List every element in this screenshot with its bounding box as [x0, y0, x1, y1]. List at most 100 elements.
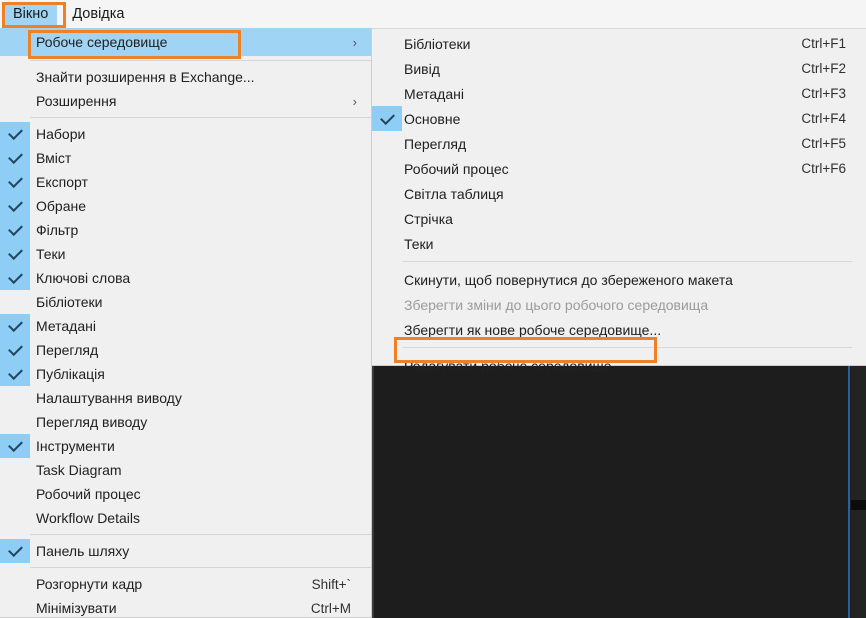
menu-item-13[interactable]: Метадані: [0, 314, 371, 338]
check-slot: [372, 131, 402, 156]
menu-item-19[interactable]: Task Diagram: [0, 458, 371, 482]
menubar-item-help[interactable]: Довідка: [63, 2, 133, 27]
menu-separator: [30, 117, 371, 118]
menu-item-label: Мінімізувати: [36, 600, 117, 616]
check-slot: [372, 81, 402, 106]
menu-item-21[interactable]: Workflow Details: [0, 506, 371, 530]
submenu-item-label: Скинути, щоб повернутися до збереженого …: [404, 271, 733, 288]
checkmark-icon: [0, 170, 30, 194]
menu-item-16[interactable]: Налаштування виводу: [0, 386, 371, 410]
submenu-item-label: Бібліотеки: [404, 35, 471, 52]
checkmark-glyph: [7, 317, 23, 333]
check-slot: [372, 317, 402, 342]
submenu-item-6[interactable]: Світла таблиця: [372, 181, 866, 206]
checkmark-icon: [0, 266, 30, 290]
menu-item-label: Фільтр: [36, 222, 79, 238]
menu-item-label: Метадані: [36, 318, 96, 334]
submenu-item-1[interactable]: Вивід Ctrl+F2: [372, 56, 866, 81]
checkmark-icon: [0, 338, 30, 362]
menu-item-11[interactable]: Ключові слова: [0, 266, 371, 290]
check-slot: [0, 410, 30, 434]
checkmark-glyph: [7, 365, 23, 381]
menubar-item-window-label: Вікно: [13, 5, 49, 22]
menu-item-label: Ключові слова: [36, 270, 131, 286]
canvas-left-edge: [372, 366, 374, 618]
check-slot: [372, 31, 402, 56]
menu-item-10[interactable]: Теки: [0, 242, 371, 266]
submenu-item-2[interactable]: Метадані Ctrl+F3: [372, 81, 866, 106]
menu-item-7[interactable]: Експорт: [0, 170, 371, 194]
menu-item-18[interactable]: Інструменти: [0, 434, 371, 458]
submenu-item-14[interactable]: Редагувати робоче середовище...: [372, 353, 866, 378]
checkmark-glyph: [7, 341, 23, 357]
menu-item-17[interactable]: Перегляд виводу: [0, 410, 371, 434]
submenu-item-12[interactable]: Зберегти як нове робоче середовище...: [372, 317, 866, 342]
check-slot: [0, 458, 30, 482]
submenu-item-label: Теки: [404, 235, 434, 252]
menu-item-14[interactable]: Перегляд: [0, 338, 371, 362]
canvas-accent-line: [848, 366, 850, 618]
submenu-item-label: Основне: [404, 110, 461, 127]
menu-item-15[interactable]: Публікація: [0, 362, 371, 386]
menu-item-6[interactable]: Вміст: [0, 146, 371, 170]
menu-item-shortcut: Ctrl+M: [310, 600, 351, 616]
checkmark-glyph: [7, 221, 23, 237]
submenu-item-label: Вивід: [404, 60, 440, 77]
menu-separator: [30, 567, 371, 568]
menubar-item-window[interactable]: Вікно: [4, 1, 58, 27]
menu-separator: [30, 60, 371, 61]
checkmark-glyph: [7, 245, 23, 261]
menu-item-3[interactable]: Розширення ›: [0, 89, 371, 113]
menu-item-20[interactable]: Робочий процес: [0, 482, 371, 506]
submenu-item-label: Перегляд: [404, 135, 467, 152]
menu-item-label: Налаштування виводу: [36, 390, 182, 406]
check-slot: [0, 28, 30, 56]
menu-item-label: Обране: [36, 198, 86, 214]
check-slot: [372, 353, 402, 378]
menu-item-2[interactable]: Знайти розширення в Exchange...: [0, 65, 371, 89]
menu-item-label: Вміст: [36, 150, 72, 166]
checkmark-glyph: [7, 269, 23, 285]
menu-item-label: Панель шляху: [36, 543, 130, 559]
checkmark-icon: [0, 539, 30, 563]
menu-item-label: Бібліотеки: [36, 294, 103, 310]
menu-item-shortcut: Shift+`: [311, 576, 351, 592]
menu-item-26[interactable]: Мінімізувати Ctrl+M: [0, 596, 371, 618]
workspace-submenu: Бібліотеки Ctrl+F1 Вивід Ctrl+F2 Метадані Ctr…: [372, 28, 866, 374]
menu-item-label: Знайти розширення в Exchange...: [36, 69, 255, 85]
menu-item-0[interactable]: Робоче середовище ›: [0, 28, 371, 56]
submenu-item-4[interactable]: Перегляд Ctrl+F5: [372, 131, 866, 156]
menubar-item-help-label: Довідка: [72, 5, 125, 22]
checkmark-icon: [0, 314, 30, 338]
submenu-item-shortcut: Ctrl+F1: [801, 36, 846, 51]
checkmark-glyph: [379, 109, 395, 125]
checkmark-glyph: [7, 173, 23, 189]
menu-item-23[interactable]: Панель шляху: [0, 539, 371, 563]
check-slot: [372, 292, 402, 317]
check-slot: [0, 386, 30, 410]
menu-item-label: Розширення: [36, 93, 117, 109]
checkmark-icon: [0, 146, 30, 170]
submenu-item-0[interactable]: Бібліотеки Ctrl+F1: [372, 31, 866, 56]
menu-item-5[interactable]: Набори: [0, 122, 371, 146]
submenu-item-label: Редагувати робоче середовище...: [404, 357, 624, 374]
menu-item-8[interactable]: Обране: [0, 194, 371, 218]
submenu-item-10[interactable]: Скинути, щоб повернутися до збереженого …: [372, 267, 866, 292]
menu-item-label: Workflow Details: [36, 510, 140, 526]
submenu-item-5[interactable]: Робочий процес Ctrl+F6: [372, 156, 866, 181]
menu-item-25[interactable]: Розгорнути кадр Shift+`: [0, 572, 371, 596]
submenu-item-3[interactable]: Основне Ctrl+F4: [372, 106, 866, 131]
menu-item-9[interactable]: Фільтр: [0, 218, 371, 242]
check-slot: [0, 65, 30, 89]
checkmark-glyph: [7, 149, 23, 165]
check-slot: [0, 290, 30, 314]
menu-item-12[interactable]: Бібліотеки: [0, 290, 371, 314]
menu-item-label: Перегляд: [36, 342, 99, 358]
submenu-item-shortcut: Ctrl+F2: [801, 61, 846, 76]
submenu-item-8[interactable]: Теки: [372, 231, 866, 256]
submenu-item-label: Стрічка: [404, 210, 453, 227]
submenu-item-7[interactable]: Стрічка: [372, 206, 866, 231]
menu-bar: Вікно Довідка: [0, 0, 866, 28]
submenu-item-label: Зберегти як нове робоче середовище...: [404, 321, 662, 338]
check-slot: [372, 156, 402, 181]
